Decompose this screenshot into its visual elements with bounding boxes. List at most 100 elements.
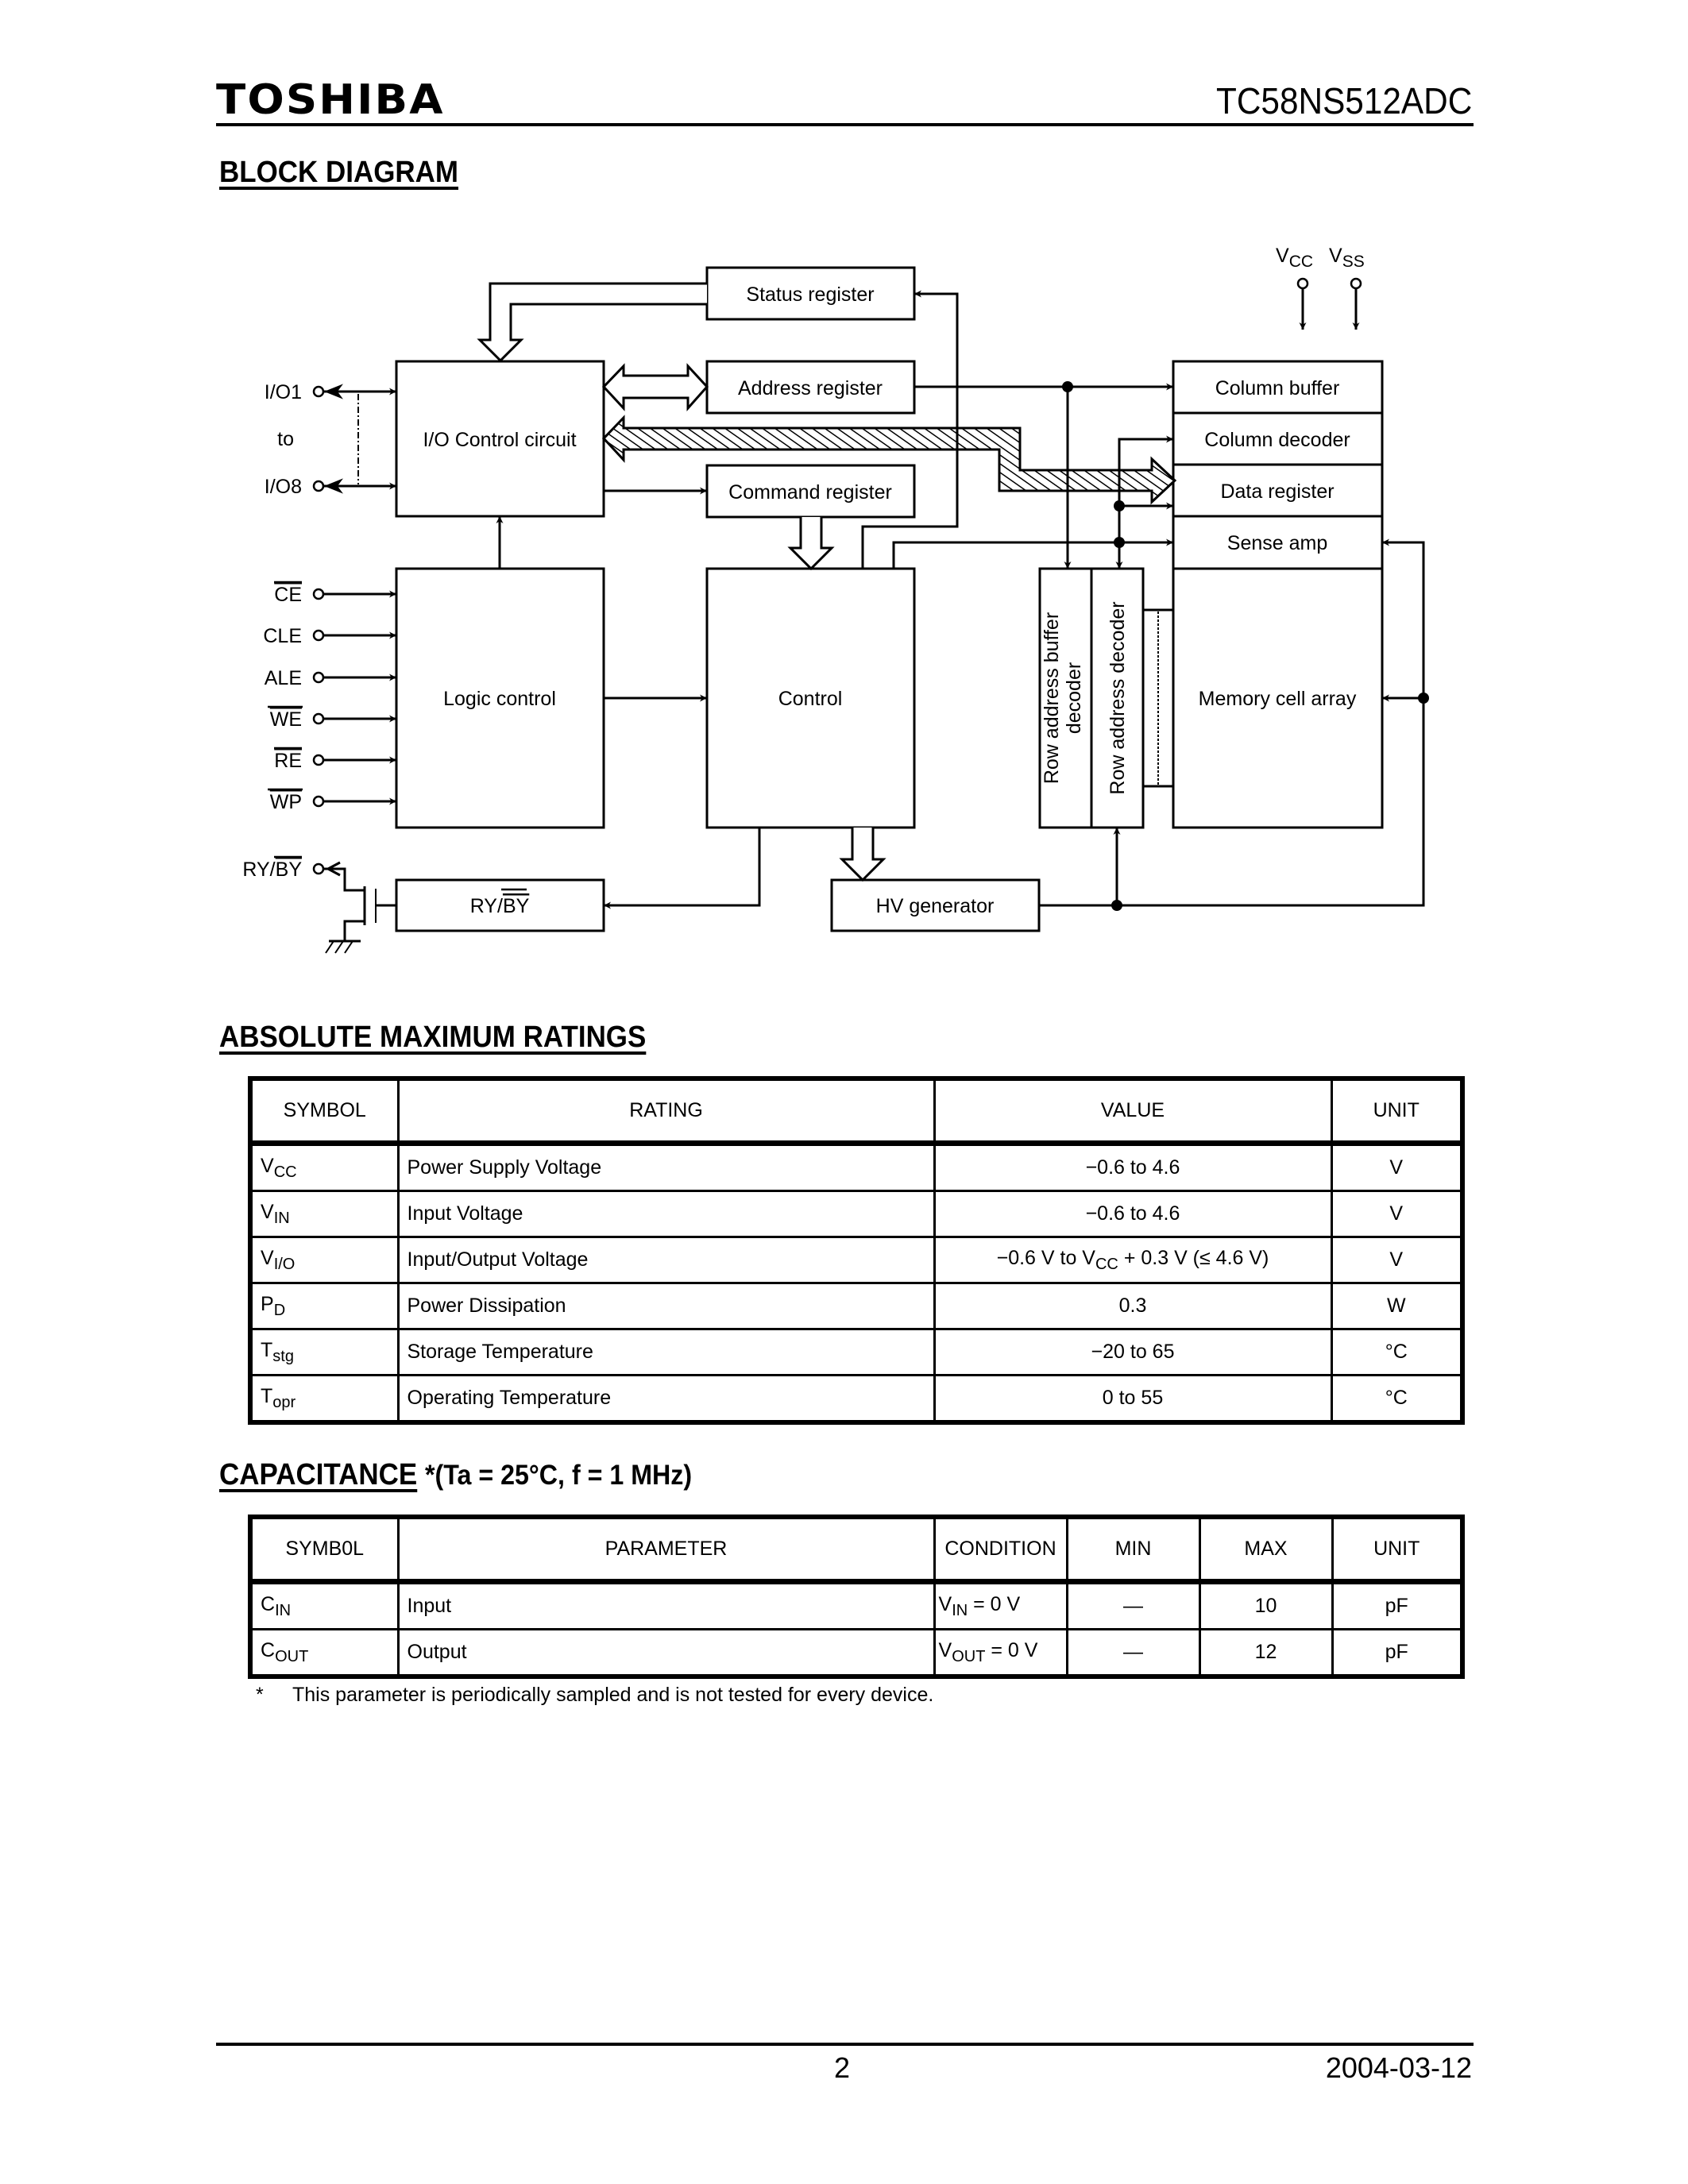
- condition-cell: VIN = 0 V: [933, 1580, 1068, 1630]
- unit-cell: V: [1330, 1142, 1464, 1192]
- condition-rest: = 0 V: [985, 1638, 1038, 1661]
- symbol-cell: Topr: [249, 1374, 400, 1424]
- ry-by-pin-prefix: RY/: [242, 859, 275, 881]
- ry-by-pin-icon: [312, 862, 325, 875]
- we-pin-icon: [312, 712, 325, 725]
- page-number: 2: [834, 2051, 851, 2084]
- rating-cell: Input Voltage: [396, 1190, 936, 1238]
- footnote-text: This parameter is periodically sampled a…: [292, 1684, 934, 1706]
- re-label: RE: [274, 750, 302, 772]
- amr-title-text: ABSOLUTE MAXIMUM RATINGS: [219, 1021, 647, 1054]
- value-cell: −0.6 V to VCC + 0.3 V (≤ 4.6 V): [933, 1236, 1333, 1284]
- unit-cell: W: [1330, 1282, 1464, 1330]
- command-to-control-hollow-arrow: [787, 517, 835, 571]
- ry-by-source-line: [343, 920, 365, 941]
- min-cell: —: [1065, 1628, 1201, 1678]
- symbol: V: [261, 1200, 274, 1223]
- footnote-mark: *: [256, 1684, 264, 1706]
- cle-pin-icon: [312, 629, 325, 642]
- condition-rest: = 0 V: [968, 1592, 1021, 1615]
- hv-to-sense-amp-line: [1382, 538, 1425, 698]
- value-subscript: CC: [1095, 1255, 1118, 1273]
- capacitance-title: CAPACITANCE *(Ta = 25°C, f = 1 MHz): [219, 1458, 692, 1492]
- re-pin-icon: [312, 754, 325, 766]
- io-to-label: to: [277, 428, 294, 450]
- symbol-subscript: stg: [272, 1347, 294, 1365]
- unit-cell: pF: [1331, 1580, 1464, 1630]
- io-control-label: I/O Control circuit: [423, 429, 576, 451]
- symbol: V: [261, 1154, 274, 1177]
- value-cell: 0 to 55: [933, 1374, 1333, 1424]
- table-row: PD Power Dissipation 0.3 W: [249, 1282, 1464, 1330]
- wp-pin-icon: [312, 795, 325, 808]
- symbol-subscript: D: [273, 1301, 286, 1319]
- symbol: V: [261, 1246, 274, 1269]
- unit-cell: V: [1330, 1190, 1464, 1238]
- address-bidirectional-arrow: [601, 363, 709, 411]
- junction-dot: [1114, 537, 1125, 548]
- symbol-cell: COUT: [249, 1628, 400, 1678]
- document-date: 2004-03-12: [1325, 2051, 1472, 2084]
- unit-cell: °C: [1330, 1328, 1464, 1376]
- rating-cell: Power Dissipation: [396, 1282, 936, 1330]
- vcc-label-sub: CC: [1289, 253, 1313, 271]
- ce-pin-icon: [312, 588, 325, 600]
- max-cell: 12: [1198, 1628, 1334, 1678]
- symbol-subscript: I/O: [273, 1255, 295, 1273]
- vss-pin-icon: [1350, 277, 1362, 290]
- vss-label: VSS: [1329, 245, 1365, 271]
- symbol-cell: CIN: [249, 1580, 400, 1630]
- parameter-cell: Input: [396, 1580, 936, 1630]
- symbol: C: [261, 1638, 276, 1661]
- data-register-label: Data register: [1220, 480, 1334, 503]
- table-row: Topr Operating Temperature 0 to 55 °C: [249, 1374, 1464, 1424]
- column-header: VALUE: [933, 1077, 1333, 1146]
- vcc-label: VCC: [1276, 245, 1313, 271]
- ale-label: ALE: [265, 667, 302, 689]
- column-buffer-label: Column buffer: [1215, 377, 1340, 399]
- table-row: Tstg Storage Temperature −20 to 65 °C: [249, 1328, 1464, 1376]
- min-cell: —: [1065, 1580, 1201, 1630]
- column-decoder-label: Column decoder: [1204, 429, 1350, 451]
- symbol: P: [261, 1292, 274, 1315]
- control-to-hv-hollow-arrow: [839, 828, 886, 882]
- rating-cell: Storage Temperature: [396, 1328, 936, 1376]
- rating-cell: Operating Temperature: [396, 1374, 936, 1424]
- symbol-subscript: IN: [273, 1209, 290, 1227]
- we-label: WE: [270, 708, 302, 731]
- ry-by-pin-label: RY/BY: [242, 859, 302, 881]
- condition-main: V: [938, 1638, 952, 1661]
- ground-hatch: [344, 940, 353, 954]
- absolute-maximum-ratings-table: SYMBOL RATING VALUE UNIT VCC Power Suppl…: [248, 1076, 1465, 1425]
- vcc-label-main: V: [1276, 245, 1289, 267]
- hv-to-memory-line: [1039, 694, 1425, 907]
- column-header: SYMBOL: [249, 1077, 400, 1146]
- column-header: SYMB0L: [249, 1515, 400, 1584]
- logic-control-label: Logic control: [443, 688, 556, 710]
- status-to-io-hollow-arrow: [477, 282, 707, 363]
- condition-main: V: [938, 1592, 952, 1615]
- condition-subscript: OUT: [952, 1647, 986, 1665]
- ground-hatch: [334, 940, 344, 954]
- to-column-decoder-line: [1118, 435, 1173, 569]
- table-row: VCC Power Supply Voltage −0.6 to 4.6 V: [249, 1142, 1464, 1192]
- control-to-ry-by-line: [604, 828, 761, 909]
- absolute-maximum-ratings-title: ABSOLUTE MAXIMUM RATINGS: [219, 1021, 646, 1055]
- ry-by-box-label: RY/BY: [470, 895, 530, 917]
- symbol-cell: VI/O: [249, 1236, 400, 1284]
- capacitance-title-text: CAPACITANCE: [219, 1458, 418, 1491]
- row-address-decoder-label: Row address decoder: [1107, 601, 1129, 794]
- capacitance-table: SYMB0L PARAMETER CONDITION MIN MAX UNIT …: [248, 1515, 1465, 1679]
- address-register-label: Address register: [738, 377, 883, 399]
- command-register-label: Command register: [728, 481, 892, 504]
- symbol-subscript: opr: [272, 1393, 296, 1411]
- io8-label: I/O8: [265, 476, 302, 498]
- value-suffix: + 0.3 V (≤ 4.6 V): [1118, 1246, 1269, 1269]
- wp-label: WP: [270, 791, 302, 813]
- memory-cell-array-label: Memory cell array: [1199, 688, 1357, 710]
- table-header-row: SYMBOL RATING VALUE UNIT: [249, 1077, 1464, 1146]
- column-header: UNIT: [1331, 1515, 1464, 1584]
- ry-by-pin-bar: BY: [276, 859, 303, 881]
- condition-subscript: IN: [952, 1601, 968, 1619]
- symbol-cell: VCC: [249, 1142, 400, 1192]
